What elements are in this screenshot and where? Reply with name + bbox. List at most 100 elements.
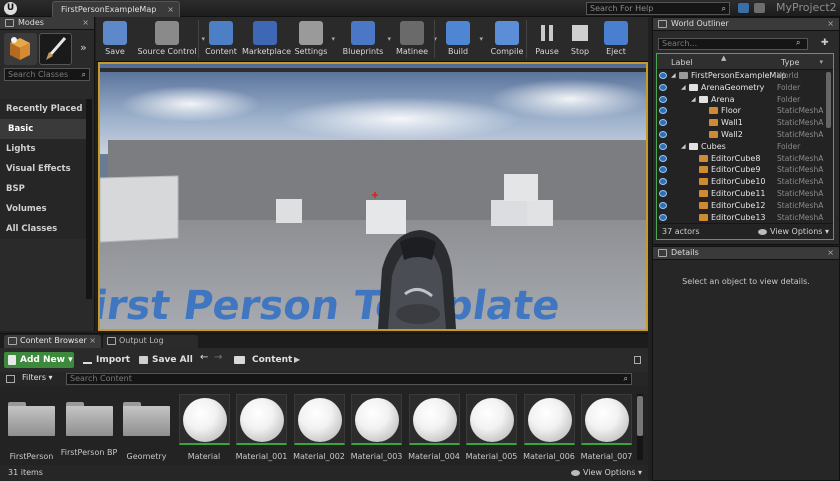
eject-button[interactable]: Eject: [601, 17, 631, 61]
chevron-down-icon[interactable]: ▾: [387, 35, 391, 43]
close-tab-icon[interactable]: ×: [89, 335, 96, 347]
placement-category-item[interactable]: Visual Effects: [0, 159, 86, 179]
folder-tile[interactable]: FirstPerson BP: [61, 394, 117, 462]
visibility-eye-icon[interactable]: [659, 72, 667, 79]
content-view-options-button[interactable]: View Options ▾: [571, 465, 642, 480]
visibility-eye-icon[interactable]: [659, 166, 667, 174]
modes-tab[interactable]: Modes ×: [0, 17, 94, 30]
material-asset-tile[interactable]: Material_006: [523, 394, 575, 462]
tab-output-log[interactable]: Output Log: [103, 335, 198, 348]
visibility-eye-icon[interactable]: [659, 154, 667, 162]
marketplace-button[interactable]: Marketplace: [242, 17, 291, 61]
visibility-eye-icon[interactable]: [659, 83, 667, 91]
outliner-row[interactable]: Wall2 StaticMeshA: [657, 129, 827, 141]
content-search-input[interactable]: Search Content ⌕: [66, 373, 632, 385]
filters-dropdown[interactable]: Filters ▾: [22, 373, 53, 382]
tab-content-browser[interactable]: Content Browser ×: [4, 335, 101, 348]
blueprints-button[interactable]: Blueprints ▾: [340, 17, 391, 61]
source-control-button[interactable]: Source Control ▾: [134, 17, 205, 61]
help-search-input[interactable]: Search For Help ⌕: [586, 2, 730, 15]
sources-panel-toggle-icon[interactable]: [6, 375, 15, 383]
save-all-button[interactable]: Save All: [138, 352, 193, 368]
chevron-down-icon[interactable]: ▾: [479, 35, 483, 43]
notification-icon[interactable]: [738, 3, 749, 13]
scrollbar-thumb[interactable]: [637, 396, 643, 436]
stop-button[interactable]: Stop: [566, 17, 594, 61]
settings-button[interactable]: Settings ▾: [292, 17, 335, 61]
visibility-eye-icon[interactable]: [659, 189, 667, 197]
back-arrow-icon[interactable]: ←: [200, 352, 208, 363]
outliner-row[interactable]: EditorCube13 StaticMeshA: [657, 212, 827, 222]
close-panel-icon[interactable]: ×: [827, 247, 834, 259]
content-button[interactable]: Content: [204, 17, 238, 61]
folder-tile[interactable]: Geometry: [121, 394, 172, 462]
search-classes-input[interactable]: Search Classes ⌕: [4, 68, 90, 81]
compile-button[interactable]: Compile: [488, 17, 526, 61]
placement-category-item[interactable]: BSP: [0, 179, 86, 199]
outliner-row[interactable]: EditorCube9 StaticMeshA: [657, 164, 827, 176]
asset-grid-scrollbar[interactable]: [637, 394, 643, 460]
breadcrumb[interactable]: Content: [252, 352, 292, 368]
details-tab[interactable]: Details ×: [653, 247, 839, 260]
forward-arrow-icon[interactable]: →: [214, 352, 222, 363]
placement-category-item[interactable]: Recently Placed: [0, 99, 86, 119]
place-mode-button[interactable]: [4, 33, 37, 65]
expand-triangle-icon[interactable]: ◢: [691, 94, 696, 106]
visibility-eye-icon[interactable]: [659, 130, 667, 138]
visibility-eye-icon[interactable]: [659, 107, 667, 115]
placement-category-item[interactable]: Volumes: [0, 199, 86, 219]
material-asset-tile[interactable]: Material_005: [466, 394, 517, 462]
matinee-button[interactable]: Matinee ▾: [392, 17, 437, 61]
expand-triangle-icon[interactable]: ◢: [681, 82, 686, 94]
placement-category-item[interactable]: All Classes: [0, 219, 86, 239]
outliner-row[interactable]: EditorCube8 StaticMeshA: [657, 153, 827, 165]
paint-mode-button[interactable]: [39, 33, 72, 65]
modes-scrollbar[interactable]: [86, 99, 92, 299]
chevron-down-icon[interactable]: ▾: [819, 58, 823, 66]
breadcrumb-chevron-icon[interactable]: ▶: [294, 352, 300, 368]
column-label-header[interactable]: Label: [671, 58, 693, 67]
close-panel-icon[interactable]: ×: [82, 17, 89, 29]
save-button[interactable]: Save: [102, 17, 128, 61]
build-button[interactable]: Build ▾: [438, 17, 483, 61]
placement-category-item[interactable]: Lights: [0, 139, 86, 159]
material-asset-tile[interactable]: Material: [178, 394, 230, 462]
outliner-row[interactable]: Floor StaticMeshA: [657, 105, 827, 117]
material-asset-tile[interactable]: Material_002: [293, 394, 345, 462]
world-outliner-tab[interactable]: World Outliner ×: [653, 18, 839, 31]
pause-button[interactable]: Pause: [532, 17, 562, 61]
placement-category-item[interactable]: Basic: [0, 119, 86, 139]
material-asset-tile[interactable]: Material_003: [351, 394, 402, 462]
visibility-eye-icon[interactable]: [659, 213, 667, 221]
outliner-row[interactable]: ◢ FirstPersonExampleMap World: [657, 70, 827, 82]
import-button[interactable]: Import: [82, 352, 130, 368]
visibility-eye-icon[interactable]: [659, 201, 667, 209]
column-type-header[interactable]: Type: [781, 58, 799, 67]
close-tab-icon[interactable]: ×: [167, 2, 174, 17]
expand-triangle-icon[interactable]: ◢: [671, 70, 676, 82]
lock-icon[interactable]: [634, 356, 641, 364]
outliner-search-input[interactable]: Search... ⌕: [658, 38, 808, 50]
add-new-button[interactable]: Add New ▾: [4, 352, 74, 368]
visibility-eye-icon[interactable]: [659, 178, 667, 186]
more-modes-chevron-icon[interactable]: »: [80, 41, 87, 54]
visibility-eye-icon[interactable]: [659, 119, 667, 127]
outliner-row[interactable]: EditorCube12 StaticMeshA: [657, 200, 827, 212]
chevron-down-icon[interactable]: ▾: [331, 35, 335, 43]
outliner-row[interactable]: EditorCube11 StaticMeshA: [657, 188, 827, 200]
outliner-row[interactable]: Wall1 StaticMeshA: [657, 117, 827, 129]
outliner-row[interactable]: ◢ Cubes Folder: [657, 141, 827, 153]
material-asset-tile[interactable]: Material_004: [408, 394, 460, 462]
folder-tile[interactable]: FirstPerson: [6, 394, 57, 462]
level-viewport[interactable]: First Person Template: [98, 62, 648, 331]
outliner-row[interactable]: EditorCube10 StaticMeshA: [657, 176, 827, 188]
visibility-eye-icon[interactable]: [659, 95, 667, 103]
outliner-row[interactable]: ◢ ArenaGeometry Folder: [657, 82, 827, 94]
outliner-view-options-button[interactable]: View Options ▾: [758, 224, 829, 239]
expand-triangle-icon[interactable]: ◢: [681, 141, 686, 153]
source-control-status-icon[interactable]: [754, 3, 765, 13]
material-asset-tile[interactable]: Material_001: [236, 394, 287, 462]
level-document-tab[interactable]: FirstPersonExampleMap ×: [52, 1, 180, 17]
close-panel-icon[interactable]: ×: [827, 18, 834, 30]
material-asset-tile[interactable]: Material_007: [581, 394, 632, 462]
